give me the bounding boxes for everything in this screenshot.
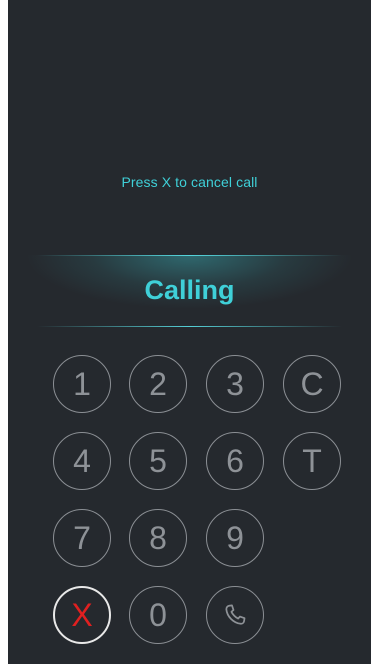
key-7-button[interactable]: 7 [53,509,111,567]
key-2-button[interactable]: 2 [129,355,187,413]
key-1-label: 1 [73,366,91,402]
cancel-call-button[interactable]: X [53,586,111,644]
key-3-button[interactable]: 3 [206,355,264,413]
key-3-label: 3 [226,366,244,402]
key-t-label: T [302,443,322,479]
phone-icon [225,604,246,625]
key-9-label: 9 [226,520,244,556]
key-0-button[interactable]: 0 [129,586,187,644]
key-c-label: C [300,366,324,402]
call-button[interactable] [206,586,264,644]
key-4-label: 4 [73,443,91,479]
key-t-button[interactable]: T [283,432,341,490]
key-4-button[interactable]: 4 [53,432,111,490]
key-5-button[interactable]: 5 [129,432,187,490]
key-7-label: 7 [73,520,91,556]
key-0-label: 0 [149,597,167,633]
key-8-button[interactable]: 8 [129,509,187,567]
key-8-label: 8 [149,520,167,556]
key-6-label: 6 [226,443,244,479]
key-5-label: 5 [149,443,167,479]
key-6-button[interactable]: 6 [206,432,264,490]
call-screen: Press X to cancel call Calling 1 2 3 C 4… [8,0,371,664]
key-c-button[interactable]: C [283,355,341,413]
dial-keypad: 1 2 3 C 4 5 6 T 7 8 9 X 0 [8,0,371,664]
key-2-label: 2 [149,366,167,402]
key-9-button[interactable]: 9 [206,509,264,567]
cancel-x-label: X [71,597,93,633]
key-1-button[interactable]: 1 [53,355,111,413]
